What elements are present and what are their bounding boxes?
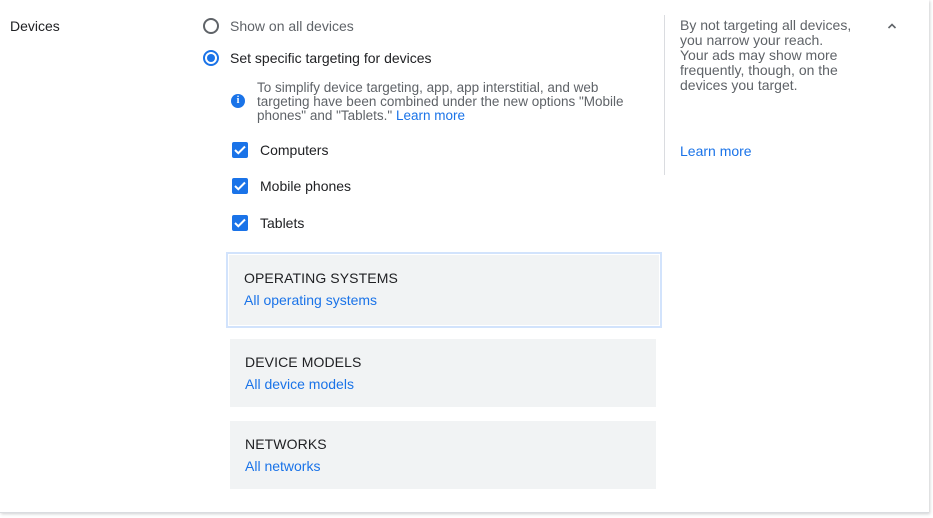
- chevron-up-icon[interactable]: [884, 18, 900, 34]
- networks-panel[interactable]: NETWORKS All networks: [230, 421, 656, 489]
- checkbox-computers[interactable]: Computers: [232, 142, 328, 158]
- checkbox-checked-icon[interactable]: [232, 178, 248, 194]
- panel-value-link[interactable]: All operating systems: [244, 292, 659, 308]
- panel-value-link[interactable]: All networks: [245, 458, 656, 474]
- checkbox-label: Computers: [260, 142, 329, 158]
- info-learn-more-link[interactable]: Learn more: [396, 108, 465, 123]
- devices-card: Devices Show on all devices Set specific…: [0, 0, 929, 513]
- vertical-divider: [664, 15, 665, 175]
- info-icon: i: [231, 94, 245, 108]
- panel-value-link[interactable]: All device models: [245, 376, 656, 392]
- radio-specific-targeting[interactable]: Set specific targeting for devices: [203, 50, 432, 66]
- radio-label: Show on all devices: [230, 18, 354, 34]
- radio-button-unchecked[interactable]: [203, 18, 219, 34]
- radio-button-checked[interactable]: [203, 50, 219, 66]
- panel-title: OPERATING SYSTEMS: [244, 270, 398, 286]
- panel-title: DEVICE MODELS: [245, 354, 362, 370]
- radio-show-all-devices[interactable]: Show on all devices: [203, 18, 354, 34]
- checkbox-checked-icon[interactable]: [232, 215, 248, 231]
- checkbox-mobile-phones[interactable]: Mobile phones: [232, 178, 351, 194]
- radio-label: Set specific targeting for devices: [230, 50, 432, 66]
- help-learn-more-link[interactable]: Learn more: [680, 143, 752, 159]
- info-message: To simplify device targeting, app, app i…: [257, 81, 642, 123]
- section-title: Devices: [10, 18, 60, 34]
- checkbox-label: Tablets: [260, 215, 305, 231]
- device-models-panel[interactable]: DEVICE MODELS All device models: [230, 339, 656, 407]
- operating-systems-panel[interactable]: OPERATING SYSTEMS All operating systems: [226, 252, 662, 328]
- panel-title: NETWORKS: [245, 436, 327, 452]
- checkbox-label: Mobile phones: [260, 178, 352, 194]
- checkbox-checked-icon[interactable]: [232, 142, 248, 158]
- checkbox-tablets[interactable]: Tablets: [232, 215, 304, 231]
- help-text: By not targeting all devices, you narrow…: [680, 17, 852, 93]
